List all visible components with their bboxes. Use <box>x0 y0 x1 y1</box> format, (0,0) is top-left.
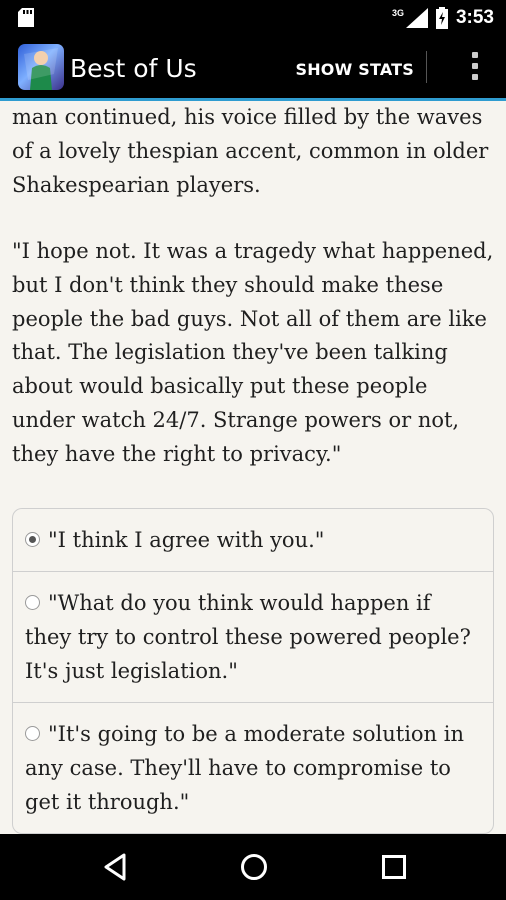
choice-option[interactable]: "What do you think would happen if they … <box>13 572 493 703</box>
sd-card-icon <box>18 8 34 27</box>
overflow-menu-icon[interactable] <box>470 52 480 84</box>
action-bar-divider <box>426 51 427 83</box>
app-icon[interactable] <box>18 44 64 90</box>
radio-selected-icon[interactable] <box>25 532 40 547</box>
choice-option[interactable]: "I think I agree with you." <box>13 509 493 572</box>
signal-icon <box>405 8 428 28</box>
navigation-bar <box>0 834 506 900</box>
story-content[interactable]: man continued, his voice filled by the w… <box>0 101 506 834</box>
show-stats-button[interactable]: SHOW STATS <box>295 60 414 79</box>
choice-option[interactable]: "It's going to be a moderate solution in… <box>13 703 493 833</box>
choice-label: "What do you think would happen if they … <box>25 591 471 683</box>
choice-label: "I think I agree with you." <box>48 528 325 552</box>
app-title: Best of Us <box>70 54 197 83</box>
story-paragraph: "I hope not. It was a tragedy what happe… <box>12 239 494 466</box>
choice-list: "I think I agree with you." "What do you… <box>12 508 494 834</box>
battery-icon <box>435 7 448 29</box>
network-type-label: 3G <box>391 8 404 18</box>
radio-unselected-icon[interactable] <box>25 595 40 610</box>
radio-unselected-icon[interactable] <box>25 726 40 741</box>
home-icon[interactable] <box>239 851 269 883</box>
status-bar: 3G 3:53 <box>0 0 506 36</box>
recents-icon[interactable] <box>379 851 409 883</box>
story-paragraph: man continued, his voice filled by the w… <box>12 105 489 197</box>
back-icon[interactable] <box>100 851 130 883</box>
clock: 3:53 <box>455 7 494 28</box>
choice-label: "It's going to be a moderate solution in… <box>25 722 464 814</box>
action-bar: Best of Us SHOW STATS <box>0 36 506 101</box>
